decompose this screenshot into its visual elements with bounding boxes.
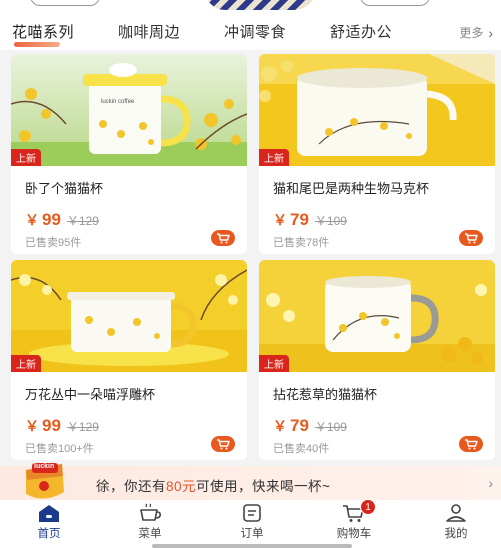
more-label: 更多 (459, 26, 484, 40)
profile-icon (443, 502, 469, 524)
coupon-banner[interactable]: luckin 徐，你还有80元可使用，快来喝一杯~ › (0, 463, 501, 500)
new-badge: 上新 (259, 149, 289, 166)
nav-orders[interactable]: 订单 (222, 502, 282, 541)
product-card[interactable]: 上新 拈花惹草的猫猫杯 ￥ 79 ￥109 已售卖40件 (259, 260, 495, 460)
product-card[interactable]: luckin coffee 上新 卧了个猫猫杯 ￥ 99 ￥129 已售卖95件 (11, 54, 247, 254)
cart-icon: 1 (341, 499, 376, 524)
original-price: ￥109 (314, 420, 347, 434)
nav-menu[interactable]: 菜单 (120, 502, 180, 541)
add-to-cart-button[interactable] (211, 436, 235, 452)
nav-profile[interactable]: 我的 (426, 502, 486, 541)
product-price: ￥ 99 ￥129 (25, 416, 99, 436)
product-image[interactable]: 上新 (11, 260, 247, 372)
mascot-label: luckin (34, 463, 55, 470)
new-badge: 上新 (259, 355, 289, 372)
tab-coffee-merch[interactable]: 咖啡周边 (118, 21, 180, 42)
nav-cart[interactable]: 1 购物车 (324, 499, 384, 541)
price-currency: ￥ (25, 418, 39, 434)
bottom-nav: 首页 菜单 订单 1 购物车 我的 (0, 499, 501, 548)
order-icon (239, 502, 265, 524)
cart-icon (465, 438, 478, 449)
tab-huamiao[interactable]: 花喵系列 (12, 21, 74, 42)
original-price: ￥129 (66, 214, 99, 228)
product-name: 万花丛中一朵喵浮雕杯 (25, 387, 156, 402)
home-indicator[interactable] (152, 544, 352, 548)
price-currency: ￥ (273, 418, 287, 434)
luckin-mascot-icon: luckin (20, 458, 68, 502)
product-price: ￥ 79 ￥109 (273, 210, 347, 230)
chevron-right-icon: › (488, 475, 493, 491)
price-currency: ￥ (273, 212, 287, 228)
new-badge: 上新 (11, 355, 41, 372)
product-name: 猫和尾巴是两种生物马克杯 (273, 181, 430, 196)
nav-label: 我的 (444, 528, 468, 540)
coupon-suffix: 可使用，快来喝一杯~ (196, 479, 331, 494)
nav-label: 订单 (240, 528, 264, 540)
price-value: 79 (290, 416, 309, 435)
price-value: 99 (42, 210, 61, 229)
banner-artwork (205, 0, 315, 10)
add-to-cart-button[interactable] (459, 230, 483, 246)
add-to-cart-button[interactable] (459, 436, 483, 452)
original-price: ￥129 (66, 420, 99, 434)
cart-count-badge: 1 (360, 499, 376, 515)
add-to-cart-button[interactable] (211, 230, 235, 246)
cart-icon (217, 438, 230, 449)
nav-label: 首页 (37, 528, 61, 540)
banner-button-left[interactable] (30, 0, 100, 6)
price-value: 79 (290, 210, 309, 229)
price-value: 99 (42, 416, 61, 435)
product-image[interactable]: luckin coffee 上新 (11, 54, 247, 166)
cart-icon (465, 232, 478, 243)
tab-office[interactable]: 舒适办公 (330, 21, 392, 42)
chevron-right-icon: › (488, 24, 493, 41)
product-card[interactable]: 上新 万花丛中一朵喵浮雕杯 ￥ 99 ￥129 已售卖100+件 (11, 260, 247, 460)
sold-count: 已售卖100+件 (25, 443, 94, 455)
nav-label: 菜单 (138, 528, 162, 540)
sold-count: 已售卖95件 (25, 237, 82, 249)
sold-count: 已售卖78件 (273, 237, 330, 249)
home-icon (36, 502, 62, 524)
cart-icon (217, 232, 230, 243)
new-badge: 上新 (11, 149, 41, 166)
product-image[interactable]: 上新 (259, 260, 495, 372)
coupon-amount: 80元 (166, 479, 197, 494)
product-name: 拈花惹草的猫猫杯 (273, 387, 378, 402)
product-price: ￥ 99 ￥129 (25, 210, 99, 230)
cup-icon (137, 502, 163, 524)
product-price: ￥ 79 ￥109 (273, 416, 347, 436)
more-categories-button[interactable]: 更多 › (459, 24, 493, 41)
product-card[interactable]: 上新 猫和尾巴是两种生物马克杯 ￥ 79 ￥109 已售卖78件 (259, 54, 495, 254)
tab-drinks-snacks[interactable]: 冲调零食 (224, 21, 286, 42)
coupon-message: 徐，你还有80元可使用，快来喝一杯~ (96, 475, 330, 495)
product-image[interactable]: 上新 (259, 54, 495, 166)
banner-button-right[interactable] (360, 0, 430, 6)
category-tabs: 花喵系列 咖啡周边 冲调零食 舒适办公 更多 › (0, 12, 501, 50)
coupon-prefix: 徐，你还有 (96, 479, 166, 494)
original-price: ￥109 (314, 214, 347, 228)
product-name: 卧了个猫猫杯 (25, 181, 104, 196)
sold-count: 已售卖40件 (273, 443, 330, 455)
top-banner-strip (0, 0, 501, 12)
price-currency: ￥ (25, 212, 39, 228)
mug-brand-text: luckin coffee (101, 99, 135, 105)
nav-home[interactable]: 首页 (19, 502, 79, 541)
active-tab-indicator (14, 42, 60, 47)
nav-label: 购物车 (336, 528, 372, 540)
